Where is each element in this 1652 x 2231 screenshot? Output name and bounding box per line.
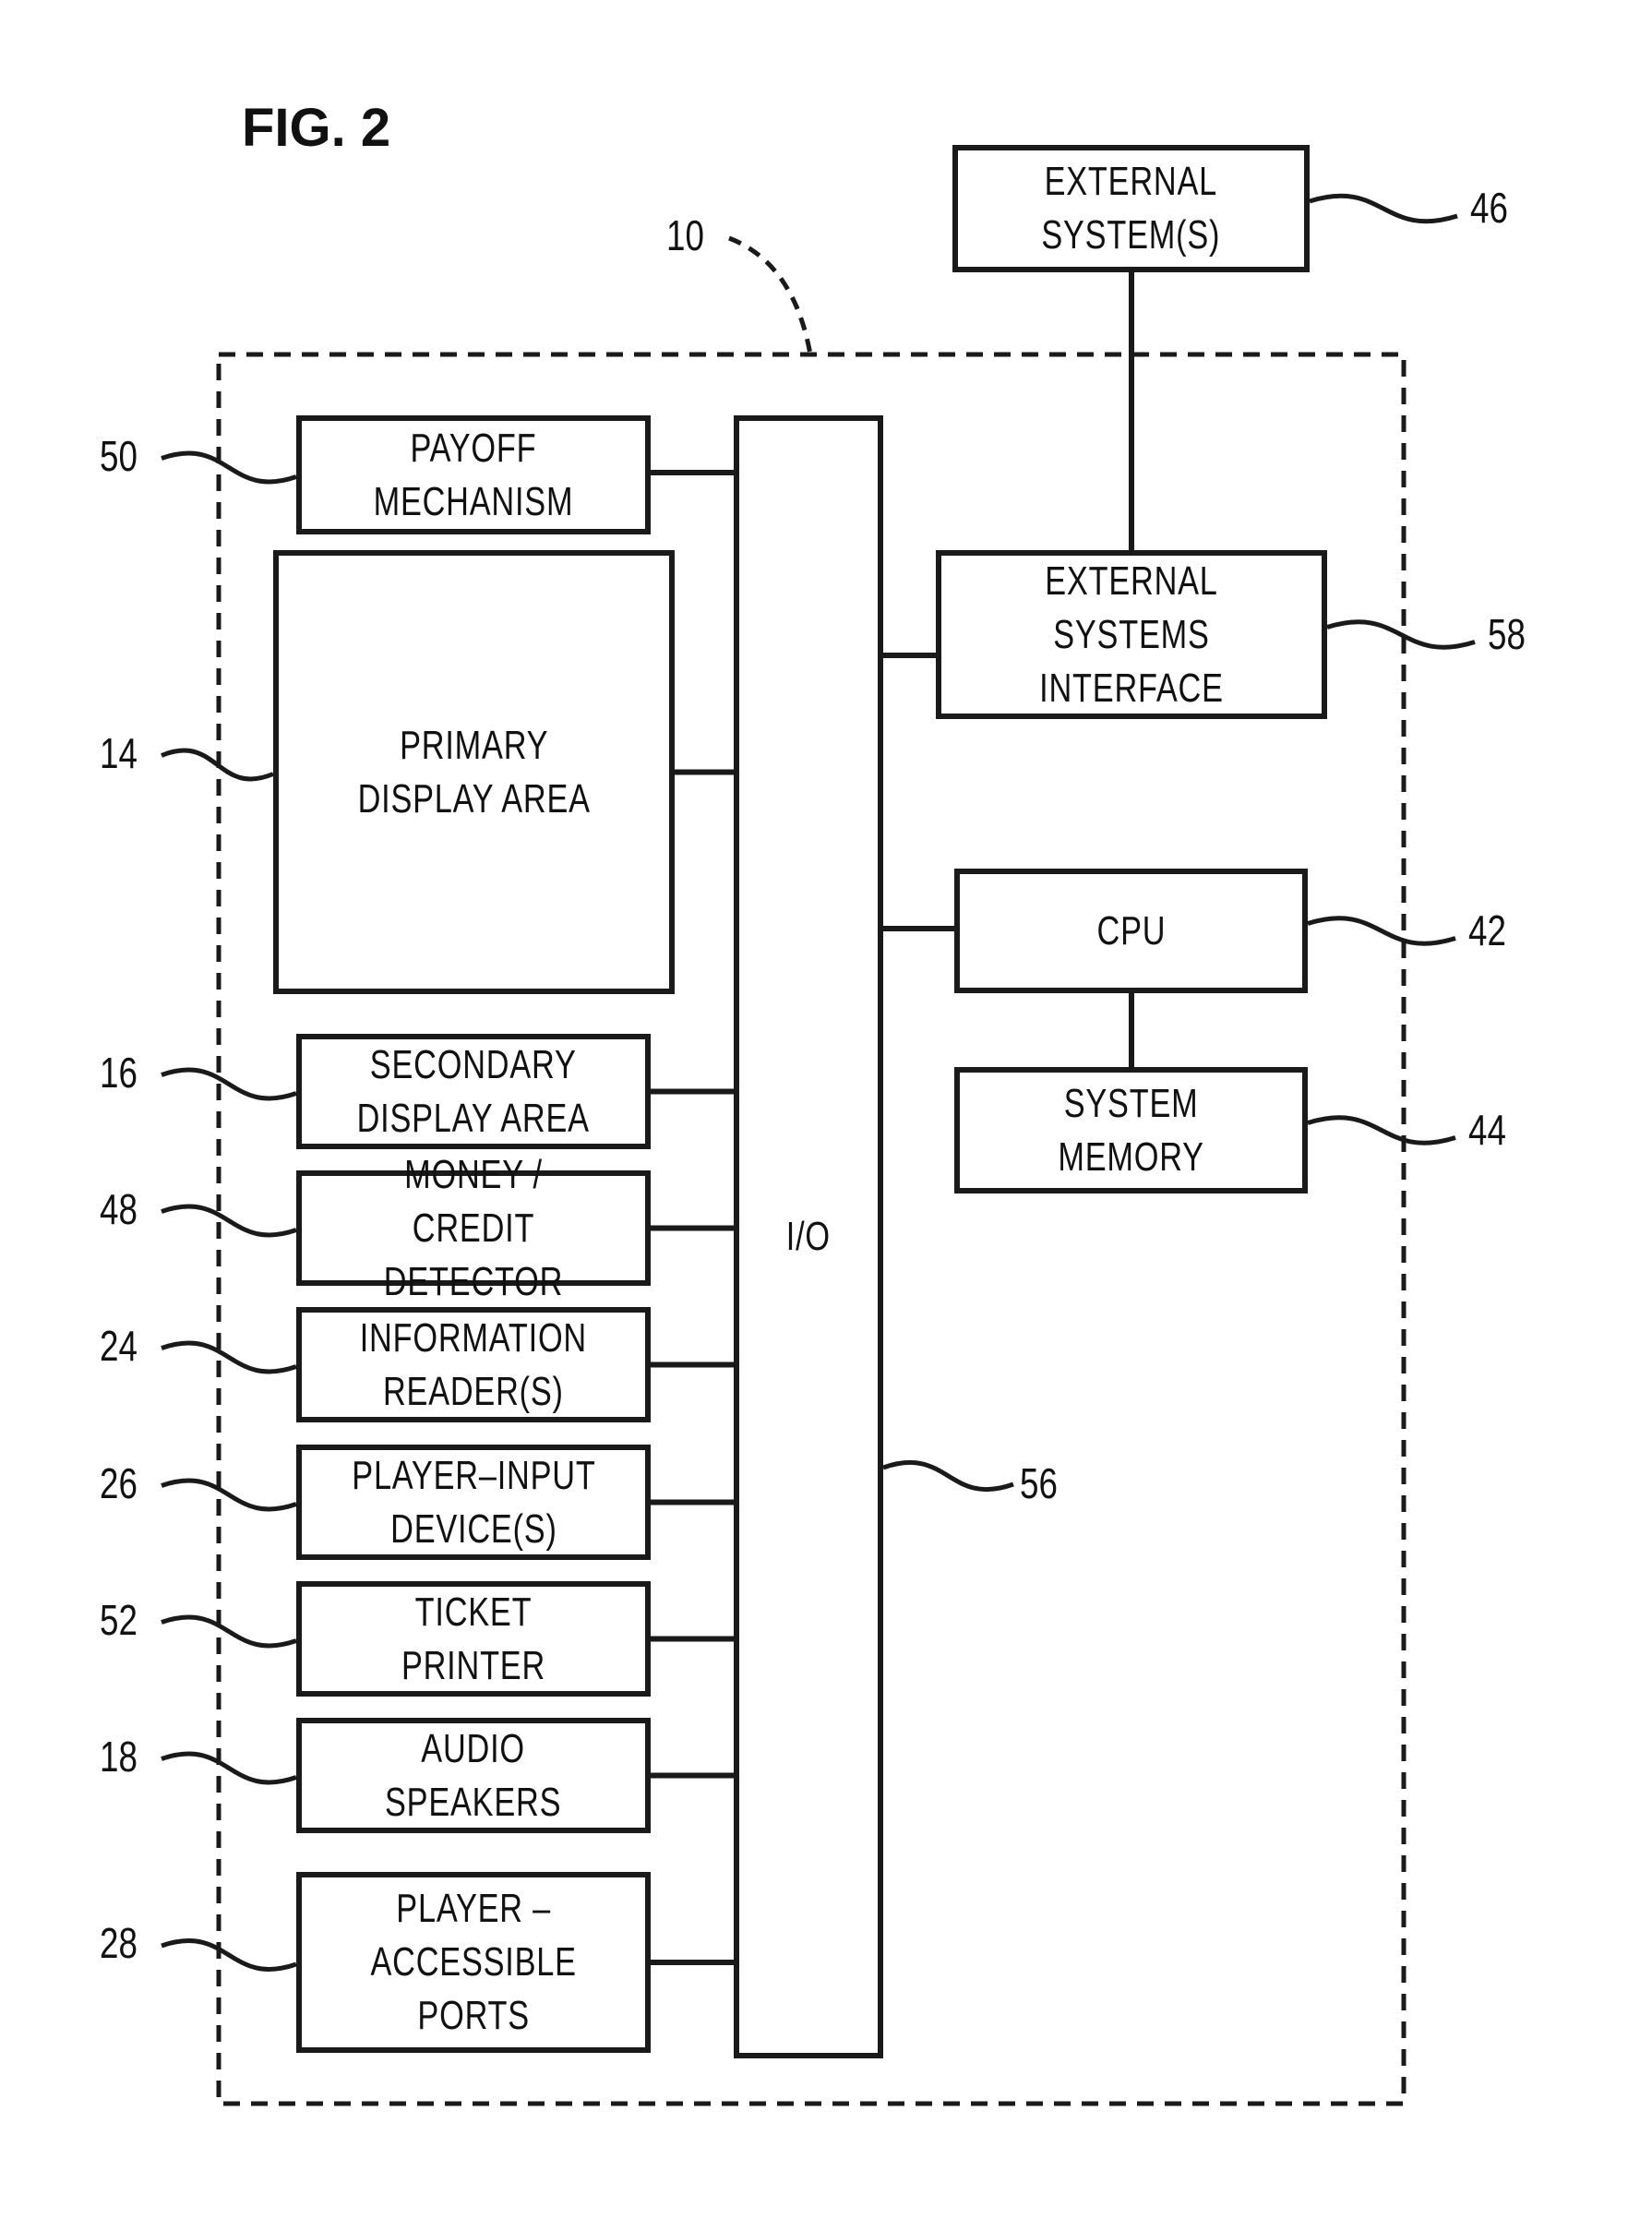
ticket-printer-box: TICKET PRINTER	[296, 1581, 651, 1697]
leader-18	[161, 1751, 297, 1785]
leader-50	[161, 450, 297, 485]
ref-46: 46	[1470, 184, 1508, 232]
ref-24: 24	[100, 1321, 138, 1370]
ref-42: 42	[1468, 906, 1506, 954]
ref-10: 10	[666, 211, 704, 259]
ref-44: 44	[1468, 1105, 1506, 1154]
io-bus: I/O	[734, 415, 883, 2058]
information-readers-label: INFORMATION READER(S)	[359, 1314, 588, 1414]
money-credit-detector-label: MONEY / CREDIT DETECTOR	[383, 1151, 564, 1304]
ref-50: 50	[100, 431, 138, 480]
leader-24	[161, 1340, 297, 1374]
secondary-display-area-box: SECONDARY DISPLAY AREA	[296, 1034, 651, 1149]
player-input-devices-label: PLAYER–INPUT DEVICE(S)	[351, 1452, 596, 1552]
external-systems-label: EXTERNAL SYSTEM(S)	[1041, 159, 1221, 258]
payoff-mechanism-label: PAYOFF MECHANISM	[373, 425, 574, 524]
ref-52: 52	[100, 1595, 138, 1644]
leader-56	[882, 1460, 1014, 1492]
secondary-display-area-label: SECONDARY DISPLAY AREA	[356, 1041, 591, 1141]
leader-44	[1307, 1115, 1456, 1145]
io-label: I/O	[785, 1214, 832, 1259]
primary-display-area-label: PRIMARY DISPLAY AREA	[357, 722, 591, 822]
system-memory-box: SYSTEM MEMORY	[954, 1067, 1308, 1193]
system-memory-label: SYSTEM MEMORY	[1058, 1080, 1204, 1180]
ref-18: 18	[100, 1732, 138, 1781]
leader-16	[161, 1067, 297, 1101]
audio-speakers-label: AUDIO SPEAKERS	[385, 1725, 562, 1825]
primary-display-area-box: PRIMARY DISPLAY AREA	[273, 550, 675, 994]
figure-title: FIG. 2	[242, 98, 391, 158]
ref-14: 14	[100, 728, 138, 777]
payoff-mechanism-box: PAYOFF MECHANISM	[296, 415, 651, 534]
information-readers-box: INFORMATION READER(S)	[296, 1307, 651, 1422]
ref-56: 56	[1020, 1459, 1058, 1507]
leader-48	[161, 1204, 297, 1238]
leader-58	[1326, 619, 1476, 650]
leader-28	[161, 1938, 297, 1972]
player-input-devices-box: PLAYER–INPUT DEVICE(S)	[296, 1445, 651, 1560]
leader-26	[161, 1478, 297, 1512]
external-systems-interface-label: EXTERNAL SYSTEMS INTERFACE	[1039, 558, 1224, 711]
ref-58: 58	[1488, 609, 1526, 658]
audio-speakers-box: AUDIO SPEAKERS	[296, 1718, 651, 1833]
ref-16: 16	[100, 1048, 138, 1097]
leader-52	[161, 1614, 297, 1649]
player-accessible-ports-box: PLAYER – ACCESSIBLE PORTS	[296, 1872, 651, 2053]
cpu-box: CPU	[954, 869, 1308, 993]
external-systems-box: EXTERNAL SYSTEM(S)	[952, 145, 1310, 272]
ref-26: 26	[100, 1458, 138, 1507]
external-systems-interface-box: EXTERNAL SYSTEMS INTERFACE	[936, 550, 1327, 719]
ticket-printer-label: TICKET PRINTER	[401, 1589, 546, 1688]
cpu-label: CPU	[1096, 907, 1166, 954]
money-credit-detector-box: MONEY / CREDIT DETECTOR	[296, 1152, 651, 1304]
leader-46	[1309, 193, 1458, 224]
ref-28: 28	[100, 1919, 138, 1967]
leader-10	[728, 235, 813, 355]
player-accessible-ports-label: PLAYER – ACCESSIBLE PORTS	[370, 1886, 577, 2038]
leader-42	[1307, 916, 1456, 946]
ref-48: 48	[100, 1184, 138, 1233]
